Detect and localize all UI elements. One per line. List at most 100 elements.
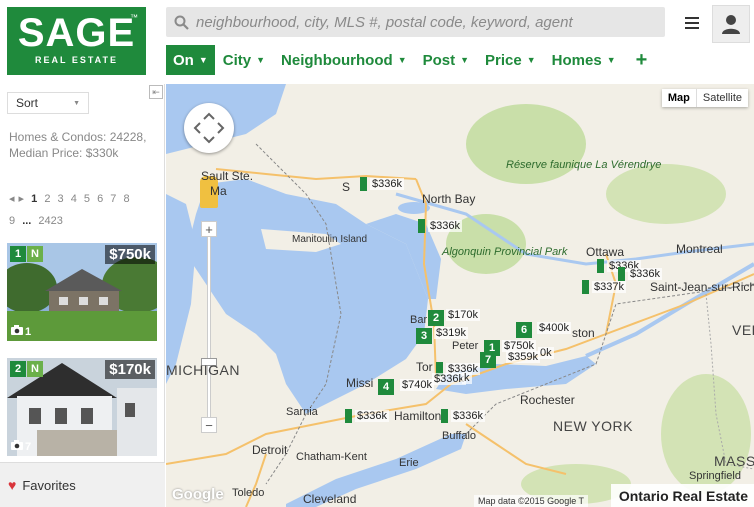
map-type-toggle: Map Satellite bbox=[661, 89, 748, 107]
place-label: Montreal bbox=[676, 242, 723, 256]
map-type-satellite[interactable]: Satellite bbox=[697, 89, 748, 107]
place-label: S bbox=[342, 180, 351, 194]
zoom-in-button[interactable]: + bbox=[201, 221, 217, 237]
new-badge: N bbox=[27, 361, 43, 377]
favorites-button[interactable]: ♥ Favorites bbox=[0, 462, 165, 507]
page-link[interactable]: 9 bbox=[9, 215, 15, 227]
place-label: Ottawa bbox=[586, 245, 625, 259]
search-input[interactable] bbox=[196, 13, 656, 31]
new-badge: N bbox=[27, 246, 43, 262]
marker-price-fragment: k bbox=[462, 372, 472, 384]
price-marker[interactable]: $319k bbox=[434, 327, 468, 339]
numbered-pin[interactable]: 7 bbox=[480, 352, 496, 368]
camera-icon bbox=[11, 440, 23, 453]
page-link[interactable]: 4 bbox=[71, 193, 77, 205]
region-label: NEW YORK bbox=[553, 418, 633, 434]
marker-pin-icon bbox=[360, 177, 367, 191]
map-data-credit: Map data ©2015 Google bbox=[478, 496, 577, 506]
page-link[interactable]: 3 bbox=[58, 193, 64, 205]
camera-icon bbox=[11, 325, 23, 338]
page-link[interactable]: 8 bbox=[123, 193, 129, 205]
place-label: Springfield bbox=[689, 470, 741, 482]
page-current[interactable]: 1 bbox=[31, 193, 37, 205]
numbered-pin[interactable]: 4 bbox=[378, 379, 394, 395]
filter-neighbourhood-label: Neighbourhood bbox=[281, 51, 393, 69]
filter-on[interactable]: On ▼ bbox=[166, 45, 215, 75]
numbered-pin[interactable]: 3 bbox=[416, 328, 432, 344]
first-page-icon[interactable]: ◂ bbox=[9, 193, 15, 205]
place-label: Toledo bbox=[232, 487, 265, 499]
price-marker[interactable]: $400k bbox=[537, 322, 571, 334]
region-label: MICHIGAN bbox=[166, 362, 240, 378]
chevron-down-icon: ▼ bbox=[73, 99, 80, 107]
place-label: Bar bbox=[410, 314, 428, 326]
pan-control[interactable] bbox=[184, 103, 234, 153]
map-terms-link[interactable]: T bbox=[579, 496, 585, 506]
listing-card[interactable]: 2 N $170k 7 bbox=[7, 358, 157, 456]
map-type-map[interactable]: Map bbox=[662, 89, 697, 107]
zoom-slider-track[interactable] bbox=[207, 237, 211, 417]
filter-post[interactable]: Post ▼ bbox=[415, 45, 477, 75]
page-link[interactable]: 7 bbox=[110, 193, 116, 205]
marker-pin-icon bbox=[441, 409, 448, 423]
price-marker[interactable]: $336k bbox=[360, 177, 404, 191]
search-bar bbox=[166, 7, 665, 37]
listing-sidebar: ⇤ Sort ▼ Homes & Condos: 24228, Median P… bbox=[0, 84, 165, 507]
photo-count-value: 1 bbox=[25, 325, 32, 338]
heart-icon: ♥ bbox=[8, 477, 17, 493]
marker-price: $170k bbox=[446, 309, 480, 321]
marker-price-fragment: 0k bbox=[538, 347, 554, 359]
numbered-pin[interactable]: 6 bbox=[516, 322, 532, 338]
place-label: Peter bbox=[452, 340, 479, 352]
price-marker[interactable]: $336k bbox=[618, 267, 662, 281]
marker-pin-icon bbox=[618, 267, 625, 281]
price-marker[interactable]: $336k bbox=[345, 409, 389, 423]
menu-button[interactable] bbox=[680, 11, 704, 35]
place-label: Manitoulin Island bbox=[292, 234, 368, 245]
price-marker[interactable]: $336k bbox=[432, 373, 466, 385]
place-label: Cleveland bbox=[303, 492, 357, 506]
app: SAGE REAL ESTATE ™ On ▼ City ▼ Neighbourho… bbox=[0, 0, 754, 507]
page-link[interactable]: 6 bbox=[97, 193, 103, 205]
place-label: Rochester bbox=[520, 393, 575, 407]
marker-price: $740k bbox=[400, 379, 434, 391]
filter-homes[interactable]: Homes ▼ bbox=[544, 45, 624, 75]
page-link[interactable]: 2 bbox=[44, 193, 50, 205]
page-ellipsis: ... bbox=[22, 215, 32, 227]
listing-card[interactable]: 1 N $750k 1 bbox=[7, 243, 157, 341]
add-filter-button[interactable]: + bbox=[624, 45, 660, 75]
park-label: Algonquin Provincial Park bbox=[442, 246, 568, 258]
marker-price: $359k bbox=[506, 351, 540, 363]
next-page-icon[interactable]: ▸ bbox=[19, 193, 25, 205]
page-link[interactable]: 5 bbox=[84, 193, 90, 205]
collapse-sidebar-button[interactable]: ⇤ bbox=[149, 85, 163, 99]
photo-count-value: 7 bbox=[25, 440, 32, 453]
chevron-down-icon: ▼ bbox=[256, 55, 266, 65]
map-view[interactable]: Map Satellite + − Sault Ste. Ma S North … bbox=[166, 84, 754, 507]
zoom-out-button[interactable]: − bbox=[201, 417, 217, 433]
price-marker[interactable]: $359k bbox=[506, 351, 540, 363]
place-label: Ma bbox=[210, 184, 227, 198]
filter-price[interactable]: Price ▼ bbox=[477, 45, 544, 75]
numbered-pin[interactable]: 2 bbox=[428, 310, 444, 326]
filter-city[interactable]: City ▼ bbox=[215, 45, 273, 75]
sage-logo[interactable]: SAGE REAL ESTATE ™ bbox=[7, 7, 146, 75]
page-last[interactable]: 2423 bbox=[38, 215, 62, 227]
region-title: Ontario Real Estate bbox=[610, 484, 754, 507]
price-marker[interactable]: $336k bbox=[418, 219, 462, 233]
sort-dropdown[interactable]: Sort ▼ bbox=[7, 92, 89, 114]
price-marker[interactable]: $336k bbox=[441, 409, 485, 423]
price-marker[interactable]: $740k bbox=[400, 379, 434, 391]
place-label: Sault Ste. bbox=[201, 169, 254, 183]
price-marker[interactable]: $170k bbox=[446, 309, 480, 321]
place-label: Hamilton bbox=[394, 409, 442, 423]
filter-neighbourhood[interactable]: Neighbourhood ▼ bbox=[273, 45, 415, 75]
filter-city-label: City bbox=[222, 51, 252, 69]
place-label: Saint-Jean-sur-Rich bbox=[650, 280, 754, 294]
listing-number: 1 bbox=[10, 246, 26, 262]
marker-pin-icon bbox=[597, 259, 604, 273]
user-button[interactable] bbox=[712, 5, 750, 43]
price-marker[interactable]: $337k bbox=[582, 280, 626, 294]
marker-price: $337k bbox=[592, 281, 626, 293]
filter-post-label: Post bbox=[422, 51, 456, 69]
